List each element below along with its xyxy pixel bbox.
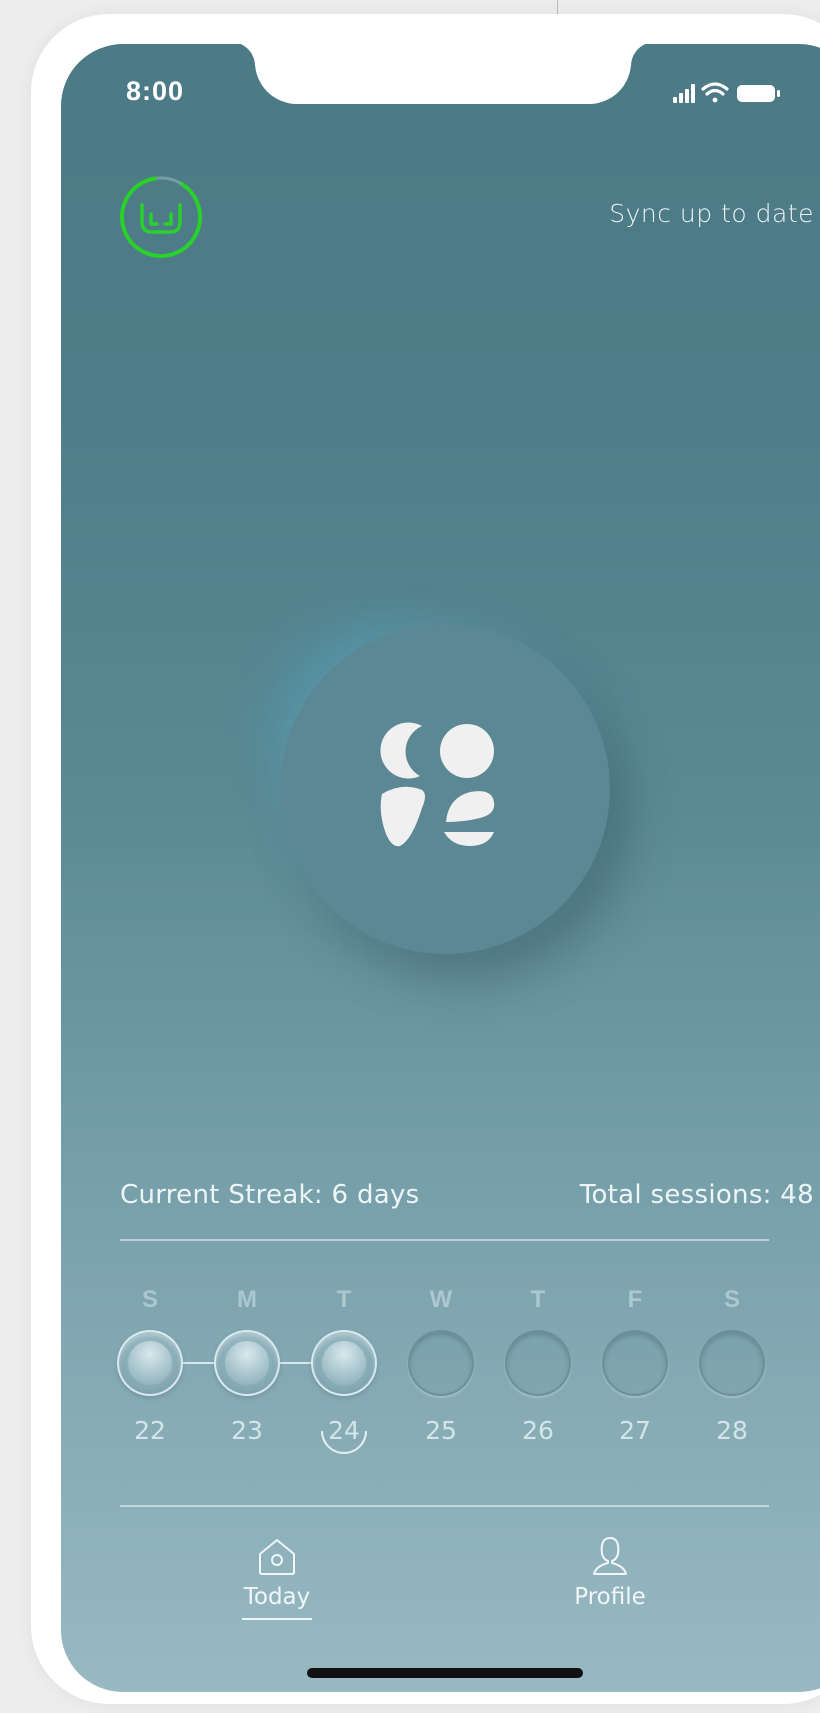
day-letter: S (723, 1286, 740, 1313)
day-date: 22 (134, 1416, 166, 1445)
status-time: 8:00 (126, 76, 185, 106)
day-date: 23 (231, 1416, 263, 1445)
stats-divider (120, 1239, 769, 1241)
day-letter: S (141, 1286, 158, 1313)
day-circle-pending[interactable] (505, 1330, 571, 1396)
day-letter: W (429, 1286, 453, 1313)
day-circle-pending[interactable] (408, 1330, 474, 1396)
day-circle-pending[interactable] (699, 1330, 765, 1396)
day-date: 25 (425, 1416, 457, 1445)
day-circle-completed[interactable] (214, 1330, 280, 1396)
home-icon (259, 1539, 295, 1575)
day-date: 24 (328, 1416, 360, 1445)
device-connection-button[interactable] (118, 174, 204, 260)
wifi-icon (701, 82, 729, 103)
day-letter: F (627, 1286, 643, 1313)
day-date: 27 (619, 1416, 651, 1445)
week-progress: S M T W T F S 22 23 24 25 26 27 28 (117, 1286, 769, 1456)
day-date: 28 (716, 1416, 748, 1445)
day-circle-completed[interactable] (311, 1330, 377, 1396)
notch (255, 44, 631, 104)
signal-icon (673, 84, 695, 103)
background-divider (557, 0, 558, 14)
day-letter: T (336, 1286, 352, 1313)
current-streak: Current Streak: 6 days (120, 1180, 420, 1210)
battery-icon (737, 85, 780, 102)
streak-connector (280, 1362, 311, 1364)
app-logo-icon (380, 722, 495, 847)
day-letter: M (237, 1286, 257, 1313)
day-date: 26 (522, 1416, 554, 1445)
active-tab-indicator (242, 1618, 312, 1620)
tab-profile[interactable]: Profile (550, 1534, 670, 1610)
profile-icon (593, 1537, 627, 1575)
app-screen: 8:00 Sync up to date Current Streak: 6 d… (61, 44, 820, 1692)
tab-today-label: Today (243, 1584, 311, 1610)
streak-connector (183, 1362, 214, 1364)
connection-ring (120, 176, 202, 258)
day-circle-pending[interactable] (602, 1330, 668, 1396)
day-letter: T (530, 1286, 546, 1313)
total-sessions: Total sessions: 48 (579, 1180, 814, 1210)
tab-profile-label: Profile (574, 1584, 646, 1610)
day-circle-completed[interactable] (117, 1330, 183, 1396)
status-icons (667, 80, 807, 106)
tabbar-divider (120, 1505, 769, 1507)
tab-today[interactable]: Today (217, 1534, 337, 1620)
sync-status: Sync up to date (609, 199, 814, 228)
tab-bar: Today Profile (61, 1534, 820, 1654)
headband-icon (140, 203, 182, 234)
home-indicator[interactable] (307, 1668, 583, 1678)
start-session-button[interactable] (280, 624, 610, 954)
